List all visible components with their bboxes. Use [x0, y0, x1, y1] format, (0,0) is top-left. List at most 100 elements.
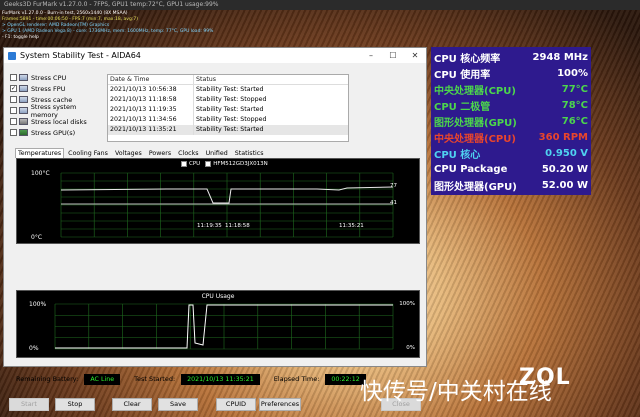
table-header: Date & Time Status: [108, 75, 348, 85]
stress-options: Stress CPU ✓ Stress FPU Stress cache Stress …: [10, 72, 104, 138]
osd-row: 图形处理器(GPU) 76°C: [434, 113, 588, 129]
table-row[interactable]: 2021/10/13 11:19:35 Stability Test: Start…: [108, 105, 348, 115]
tab-powers[interactable]: Powers: [146, 148, 174, 158]
osd-row: CPU 使用率 100%: [434, 65, 588, 81]
tab-clocks[interactable]: Clocks: [175, 148, 201, 158]
time-label: 11:19:35: [197, 223, 222, 229]
tab-statistics[interactable]: Statistics: [232, 148, 267, 158]
tab-voltages[interactable]: Voltages: [112, 148, 145, 158]
osd-row: CPU 二极管 78°C: [434, 97, 588, 113]
osd-label: CPU 核心: [434, 149, 481, 161]
cpu-usage-title: CPU Usage: [201, 293, 235, 300]
test-started-label: Test Started:: [134, 375, 176, 383]
osd-label: CPU 核心频率: [434, 53, 501, 65]
osd-value: 78°C: [561, 99, 588, 111]
furmark-overlay: FurMark v1.27.0.0 - Burn-in test, 2560x1…: [2, 11, 242, 41]
checkbox-icon[interactable]: [10, 118, 17, 125]
osd-label: 图形处理器(GPU): [434, 117, 517, 129]
osd-value: 2948 MHz: [532, 51, 588, 63]
table-row[interactable]: 2021/10/13 11:35:21 Stability Test: Start…: [108, 125, 348, 135]
y-axis-top-label: 100%: [29, 301, 47, 308]
osd-value: 77°C: [561, 83, 588, 95]
watermark-text: 快传号/中关村在线: [360, 379, 552, 405]
log-status: Stability Test: Stopped: [196, 116, 267, 123]
y-axis-top-right-label: 100%: [399, 301, 415, 307]
stress-option-label: Stress local disks: [31, 117, 87, 126]
y-axis-bottom-label: 0°C: [31, 234, 43, 241]
clear-button[interactable]: Clear: [112, 398, 152, 411]
window-titlebar[interactable]: System Stability Test - AIDA64 – ☐ ✕: [4, 48, 426, 63]
close-button[interactable]: ✕: [404, 51, 426, 60]
test-started-value: 2021/10/13 11:35:21: [181, 373, 260, 385]
table-row[interactable]: 2021/10/13 11:18:58 Stability Test: Stopp…: [108, 95, 348, 105]
tab-unified[interactable]: Unified: [203, 148, 231, 158]
temperature-legend: CPU HFM512GD3JX013N: [181, 161, 273, 167]
osd-label: CPU 使用率: [434, 69, 491, 81]
gpu-icon: [19, 129, 28, 136]
column-header-status[interactable]: Status: [194, 75, 348, 84]
maximize-button[interactable]: ☐: [382, 51, 404, 60]
cpuid-button[interactable]: CPUID: [216, 398, 256, 411]
y-axis-bottom-label: 0%: [29, 345, 39, 352]
stress-option-label: Stress system memory: [30, 102, 77, 119]
checkbox-icon[interactable]: [205, 161, 212, 167]
tab-cooling-fans[interactable]: Cooling Fans: [65, 148, 111, 158]
aida64-app-icon: [8, 51, 16, 60]
osd-row: CPU Package 50.20 W: [434, 161, 588, 177]
stress-option-0[interactable]: Stress CPU: [10, 72, 104, 83]
checkbox-icon[interactable]: [10, 74, 17, 81]
log-status: Stability Test: Started: [196, 86, 264, 93]
stress-option-1[interactable]: ✓ Stress FPU: [10, 83, 104, 94]
checkbox-icon[interactable]: ✓: [10, 85, 17, 92]
save-button[interactable]: Save: [158, 398, 198, 411]
osd-label: 中央处理器(CPU): [434, 133, 516, 145]
stress-option-5[interactable]: Stress GPU(s): [10, 127, 104, 138]
y-axis-bottom-right-label: 0%: [406, 345, 415, 351]
table-row[interactable]: 2021/10/13 11:34:56 Stability Test: Stopp…: [108, 115, 348, 125]
start-button[interactable]: Start: [9, 398, 49, 411]
log-datetime: 2021/10/13 11:19:35: [108, 105, 194, 115]
log-status: Stability Test: Started: [196, 106, 264, 113]
log-datetime: 2021/10/13 11:35:21: [108, 125, 194, 135]
stop-button[interactable]: Stop: [55, 398, 95, 411]
checkbox-icon[interactable]: [10, 129, 17, 136]
cache-icon: [19, 96, 28, 103]
stress-option-label: Stress FPU: [31, 84, 66, 93]
table-row[interactable]: 2021/10/13 10:56:38 Stability Test: Start…: [108, 85, 348, 95]
minimize-button[interactable]: –: [360, 51, 382, 60]
osd-label: CPU 二极管: [434, 101, 491, 113]
column-header-date[interactable]: Date & Time: [108, 75, 194, 84]
osd-row: 图形处理器(GPU) 52.00 W: [434, 177, 588, 193]
osd-label: 中央处理器(CPU): [434, 85, 516, 97]
furmark-titlebar: Geeks3D FurMark v1.27.0.0 - 7FPS, GPU1 t…: [0, 0, 640, 10]
stress-option-label: Stress CPU: [31, 73, 67, 82]
aida64-window: System Stability Test - AIDA64 – ☐ ✕ Str…: [3, 47, 427, 411]
temperature-graph: CPU HFM512GD3JX013N 100°C 0°C 77 41 11:1…: [16, 158, 420, 244]
y-axis-top-label: 100°C: [31, 170, 50, 177]
sensor-osd-panel: CPU 核心频率 2948 MHz CPU 使用率 100% 中央处理器(CPU) 77°…: [431, 47, 591, 195]
preferences-button[interactable]: Preferences: [259, 398, 301, 411]
cpu-temp-value: 77: [390, 183, 397, 189]
battery-label: Remaining Battery:: [16, 375, 79, 383]
log-status: Stability Test: Started: [196, 126, 264, 133]
checkbox-icon[interactable]: [181, 161, 187, 167]
sensor-tabs: Temperatures Cooling Fans Voltages Powers Cl…: [15, 148, 268, 158]
cpu-icon: [19, 74, 28, 81]
test-log-table[interactable]: Date & Time Status 2021/10/13 10:56:38 St…: [107, 74, 349, 142]
osd-value: 50.20 W: [541, 163, 588, 175]
osd-label: 图形处理器(GPU): [434, 181, 517, 193]
osd-row: CPU 核心频率 2948 MHz: [434, 49, 588, 65]
osd-row: 中央处理器(CPU) 77°C: [434, 81, 588, 97]
log-status: Stability Test: Stopped: [196, 96, 267, 103]
osd-label: CPU Package: [434, 163, 508, 175]
tab-temperatures[interactable]: Temperatures: [15, 148, 65, 158]
stress-option-3[interactable]: Stress system memory: [10, 102, 104, 119]
temperature-grid: [60, 172, 394, 238]
fpu-icon: [19, 85, 28, 92]
osd-value: 52.00 W: [541, 179, 588, 191]
time-label: 11:18:58: [225, 223, 250, 229]
checkbox-icon[interactable]: [10, 107, 17, 114]
elapsed-label: Elapsed Time:: [273, 375, 320, 383]
checkbox-icon[interactable]: [10, 96, 17, 103]
disk-icon: [19, 118, 28, 125]
